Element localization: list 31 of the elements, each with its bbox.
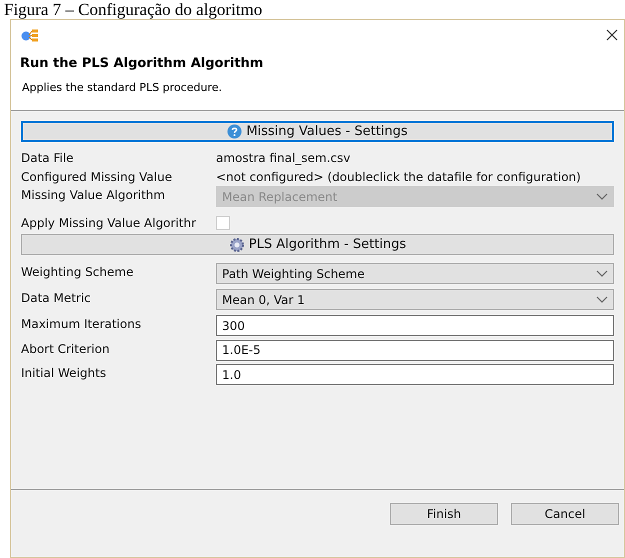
close-icon[interactable]: [606, 29, 618, 41]
field-value: amostra final_sem.csv: [216, 150, 350, 166]
network-icon: [21, 28, 39, 42]
field-label: Abort Criterion: [21, 340, 111, 358]
field-label: Apply Missing Value Algorithr: [21, 215, 198, 232]
field-label: Maximum Iterations: [21, 316, 142, 333]
dropdown[interactable]: Mean 0, Var 1: [216, 289, 614, 310]
chevron-down-icon: [596, 270, 608, 278]
help-icon: [227, 124, 242, 139]
dialog-description: Applies the standard PLS procedure.: [22, 80, 223, 96]
figure-caption: Figura 7 – Configuração do algoritmo: [4, 0, 262, 19]
checkbox[interactable]: [216, 216, 230, 230]
section-header[interactable]: Missing Values - Settings: [21, 121, 614, 142]
chevron-down-icon: [596, 296, 608, 304]
input-field[interactable]: 300: [216, 315, 614, 336]
field-label: Data Metric: [21, 290, 92, 307]
dialog-button[interactable]: Cancel: [511, 503, 619, 525]
input-field[interactable]: 1.0E-5: [216, 340, 614, 360]
field-label: Missing Value Algorithm: [21, 187, 166, 204]
input-field[interactable]: 1.0: [216, 364, 614, 385]
gear-icon: [228, 236, 245, 252]
chevron-down-icon: [596, 192, 608, 200]
dialog-button[interactable]: Finish: [390, 503, 498, 525]
section-header[interactable]: PLS Algorithm - Settings: [21, 234, 614, 255]
field-label: Initial Weights: [21, 365, 108, 382]
field-label: Configured Missing Value: [21, 168, 174, 186]
field-label: Weighting Scheme: [21, 264, 134, 281]
dropdown[interactable]: Path Weighting Scheme: [216, 263, 614, 284]
field-label: Data File: [21, 150, 75, 166]
dialog-title: Run the PLS Algorithm Algorithm: [20, 55, 264, 73]
field-value: <not configured> (doubleclick the datafile for configuration): [216, 168, 581, 186]
